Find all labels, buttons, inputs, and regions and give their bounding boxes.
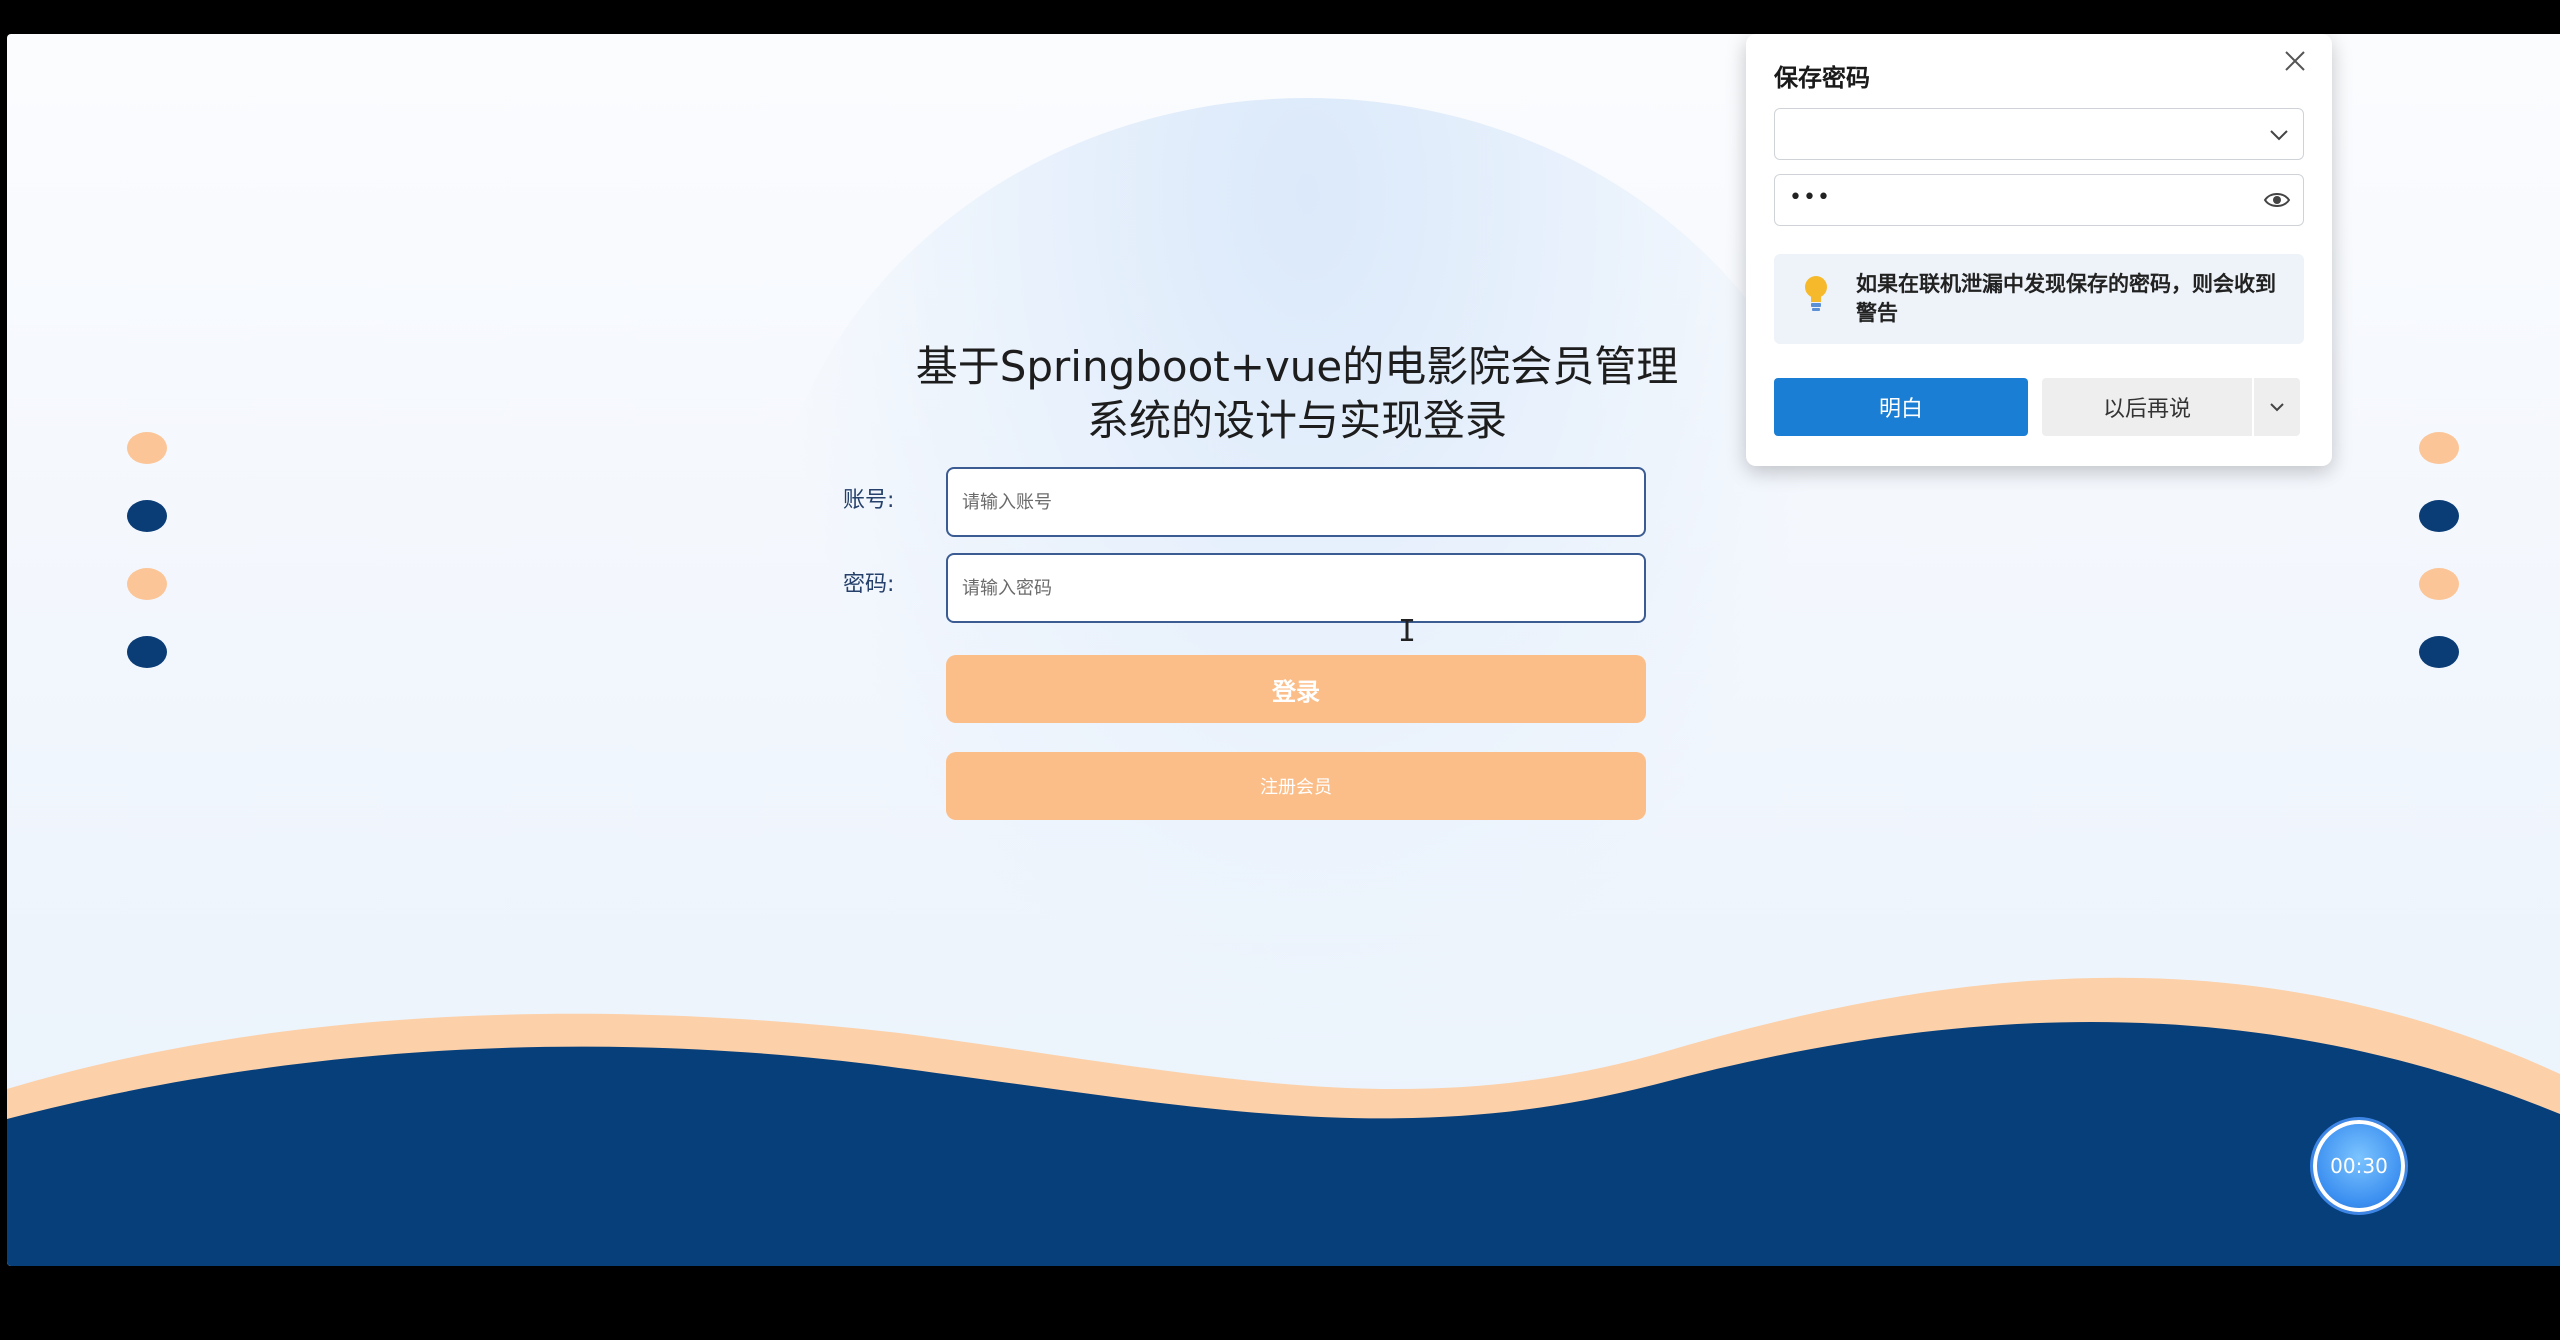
dialog-title: 保存密码	[1774, 64, 1870, 92]
bottom-wave	[7, 977, 2560, 1266]
decor-dot-orange	[127, 432, 167, 464]
password-masked-value: •••	[1789, 185, 1831, 210]
username-select[interactable]	[1774, 108, 2304, 160]
account-label: 账号:	[843, 488, 895, 513]
password-label: 密码:	[843, 572, 895, 597]
timer-badge[interactable]: 00:30	[2313, 1120, 2405, 1212]
password-input[interactable]	[946, 553, 1646, 623]
decor-dot-navy	[2419, 636, 2459, 668]
close-icon	[2285, 51, 2305, 71]
got-it-button-label: 明白	[1878, 397, 1923, 422]
eye-icon[interactable]	[2263, 189, 2291, 211]
not-now-button-label: 以后再说	[2102, 397, 2191, 422]
decor-dot-navy	[127, 500, 167, 532]
lightbulb-icon	[1805, 276, 1827, 311]
login-button-label: 登录	[1272, 677, 1320, 706]
text-cursor-icon: I	[1398, 614, 1417, 649]
password-field[interactable]: •••	[1774, 174, 2304, 226]
decor-dot-orange	[2419, 568, 2459, 600]
not-now-button[interactable]: 以后再说	[2042, 378, 2252, 436]
decor-dot-navy	[127, 636, 167, 668]
got-it-button[interactable]: 明白	[1774, 378, 2028, 436]
chevron-down-icon	[2270, 130, 2288, 141]
decor-dot-orange	[127, 568, 167, 600]
register-button-label: 注册会员	[1260, 777, 1332, 798]
decor-dot-orange	[2419, 432, 2459, 464]
timer-text: 00:30	[2330, 1154, 2388, 1178]
account-input[interactable]	[946, 467, 1646, 537]
close-button[interactable]	[2278, 44, 2312, 78]
decor-dot-navy	[2419, 500, 2459, 532]
leak-warning-banner: 如果在联机泄漏中发现保存的密码，则会收到警告	[1774, 254, 2304, 344]
login-button[interactable]: 登录	[946, 655, 1646, 723]
save-password-dialog: 保存密码 ••• 如果在联机泄漏中发现保存的密码，则会收到警告 明白 以后再说	[1746, 34, 2332, 466]
login-title: 基于Springboot+vue的电影院会员管理系统的设计与实现登录	[915, 342, 1679, 445]
chevron-down-icon	[2270, 403, 2284, 412]
register-button[interactable]: 注册会员	[946, 752, 1646, 820]
more-options-button[interactable]	[2254, 378, 2300, 436]
leak-warning-text: 如果在联机泄漏中发现保存的密码，则会收到警告	[1856, 272, 2276, 325]
